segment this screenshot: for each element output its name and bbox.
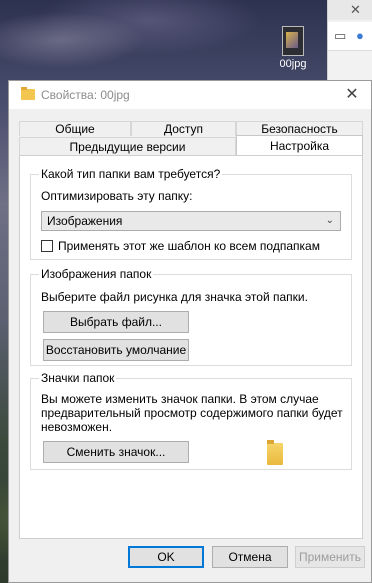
tab-security[interactable]: Безопасность: [236, 121, 363, 136]
ok-button[interactable]: OK: [128, 546, 204, 568]
folder-type-group: Какой тип папки вам требуется? Оптимизир…: [30, 167, 352, 260]
tab-previous-versions[interactable]: Предыдущие версии: [19, 137, 236, 155]
desktop-file-icon[interactable]: 00jpg: [276, 26, 310, 70]
apply-subfolders-checkbox[interactable]: [41, 240, 53, 252]
folder-pictures-group: Изображения папок Выберите файл рисунка …: [30, 267, 352, 366]
optimize-label: Оптимизировать эту папку:: [41, 189, 193, 203]
folder-icons-description-2: предварительный просмотр содержимого пап…: [41, 406, 343, 420]
chevron-down-icon: ⌄: [325, 215, 334, 226]
folder-icons-heading: Значки папок: [39, 371, 117, 385]
properties-dialog: Свойства: 00jpg ✕ Общие Доступ Безопасно…: [8, 80, 372, 583]
restore-default-button[interactable]: Восстановить умолчание: [43, 339, 189, 361]
cancel-button[interactable]: Отмена: [212, 546, 288, 568]
folder-icons-group: Значки папок Вы можете изменить значок п…: [30, 371, 352, 470]
close-icon[interactable]: ✕: [341, 84, 363, 106]
optimize-select[interactable]: Изображения ⌄: [41, 211, 341, 231]
chrome-icon[interactable]: ●: [356, 28, 364, 43]
apply-subfolders-label: Применять этот же шаблон ко всем подпапк…: [58, 239, 320, 253]
image-thumbnail-icon: [282, 26, 304, 56]
choose-file-button[interactable]: Выбрать файл...: [43, 311, 189, 333]
folder-pictures-description: Выберите файл рисунка для значка этой па…: [41, 290, 308, 304]
title-bar[interactable]: Свойства: 00jpg ✕: [9, 81, 371, 109]
tab-sharing[interactable]: Доступ: [131, 121, 236, 136]
folder-pictures-heading: Изображения папок: [39, 267, 154, 281]
folder-icons-description-3: невозможен.: [41, 420, 113, 434]
close-icon[interactable]: ✕: [350, 2, 361, 18]
dialog-title: Свойства: 00jpg: [41, 88, 130, 102]
tab-customize[interactable]: Настройка: [236, 135, 363, 156]
folder-icon: [21, 87, 35, 100]
desktop-file-label: 00jpg: [279, 58, 307, 70]
change-icon-button[interactable]: Сменить значок...: [43, 441, 189, 463]
customize-panel: Какой тип папки вам требуется? Оптимизир…: [19, 155, 363, 539]
folder-icons-description-1: Вы можете изменить значок папки. В этом …: [41, 392, 319, 406]
folder-preview-icon: [267, 440, 283, 465]
tab-general[interactable]: Общие: [19, 121, 131, 136]
folder-type-heading: Какой тип папки вам требуется?: [39, 167, 223, 181]
apply-button[interactable]: Применить: [295, 546, 365, 568]
folder-outline-icon[interactable]: ▭: [334, 28, 346, 44]
